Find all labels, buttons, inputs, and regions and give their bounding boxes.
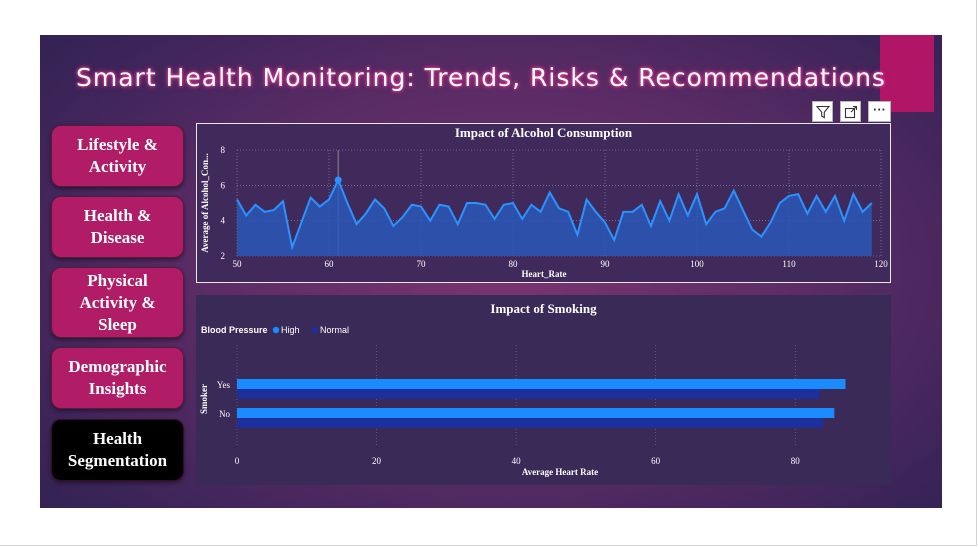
nav-button-label-line: Segmentation xyxy=(67,451,168,470)
nav-button-label-line: Sleep xyxy=(98,314,137,334)
y-tick-label: 2 xyxy=(221,251,226,261)
category-label-yes: Yes xyxy=(217,380,231,390)
legend-label-high: High xyxy=(281,325,300,335)
y-tick-label: 6 xyxy=(221,180,226,190)
x-tick-label: 80 xyxy=(791,456,801,466)
nav-button-label-line: Health xyxy=(92,429,143,448)
smoking-chart-panel[interactable]: Impact of Smoking Blood Pressure High Norm… xyxy=(196,295,891,485)
bar-yes-high xyxy=(237,379,846,389)
y-axis-title: Average of Alcohol_Con... xyxy=(200,153,210,253)
nav-button-label-line: Insights xyxy=(88,379,147,398)
x-tick-label: 20 xyxy=(372,456,382,466)
bar-no-normal xyxy=(237,418,824,428)
expand-icon[interactable] xyxy=(840,101,861,122)
x-tick-label: 50 xyxy=(233,259,243,269)
bar-no-high xyxy=(237,408,835,418)
x-tick-label: 110 xyxy=(782,259,796,269)
x-tick-label: 120 xyxy=(874,259,888,269)
legend-title: Blood Pressure xyxy=(201,325,268,335)
x-tick-label: 0 xyxy=(235,456,240,466)
legend-marker-normal xyxy=(311,326,319,334)
more-options-icon[interactable]: ··· xyxy=(868,101,891,122)
nav-button-health-disease[interactable]: Health & Disease xyxy=(51,196,184,258)
more-options-label: ··· xyxy=(873,102,886,117)
nav-button-label-line: Activity & xyxy=(79,292,156,312)
x-tick-label: 80 xyxy=(509,259,519,269)
alcohol-chart-panel[interactable]: Impact of Alcohol Consumption 2 4 6 8 50 60 70… xyxy=(196,123,891,283)
alcohol-area-chart: 2 4 6 8 50 60 70 80 90 100 110 120 Heart_Rate Average… xyxy=(200,145,888,279)
x-axis-title: Average Heart Rate xyxy=(522,467,598,477)
x-tick-label: 60 xyxy=(651,456,661,466)
nav-button-label-line: Demographic xyxy=(68,357,167,376)
filter-icon[interactable] xyxy=(812,101,833,122)
nav-button-label-line: Physical xyxy=(87,270,148,290)
x-tick-label: 40 xyxy=(512,456,521,466)
nav-button-label-line: Health & xyxy=(83,206,152,225)
smoking-bar-chart: Blood Pressure High Normal 0 20 40 60 80 Yes No Av… xyxy=(199,325,846,477)
x-tick-label: 60 xyxy=(325,259,335,269)
x-tick-label: 70 xyxy=(417,259,427,269)
legend-label-normal: Normal xyxy=(320,325,349,335)
nav-button-health-segmentation[interactable]: Health Segmentation xyxy=(51,419,184,481)
x-tick-label: 100 xyxy=(690,259,704,269)
y-tick-label: 8 xyxy=(221,145,226,155)
nav-button-demographic-insights[interactable]: Demographic Insights xyxy=(51,347,184,409)
nav-button-label-line: Disease xyxy=(90,228,145,247)
y-tick-label: 4 xyxy=(221,216,226,226)
y-axis-title: Smoker xyxy=(199,384,209,414)
highlighted-data-point xyxy=(334,176,342,184)
page-title: Smart Health Monitoring: Trends, Risks &… xyxy=(76,63,886,92)
nav-button-label-line: Activity xyxy=(88,157,147,176)
legend-marker-high xyxy=(272,326,280,334)
x-axis-title: Heart_Rate xyxy=(522,269,567,279)
bar-yes-normal xyxy=(237,389,820,399)
nav-button-label-line: Lifestyle & xyxy=(77,135,158,154)
nav-button-lifestyle-activity[interactable]: Lifestyle & Activity xyxy=(51,125,184,187)
category-label-no: No xyxy=(219,409,230,419)
x-tick-label: 90 xyxy=(601,259,611,269)
nav-button-physical-activity-sleep[interactable]: Physical Activity & Sleep xyxy=(51,267,184,338)
